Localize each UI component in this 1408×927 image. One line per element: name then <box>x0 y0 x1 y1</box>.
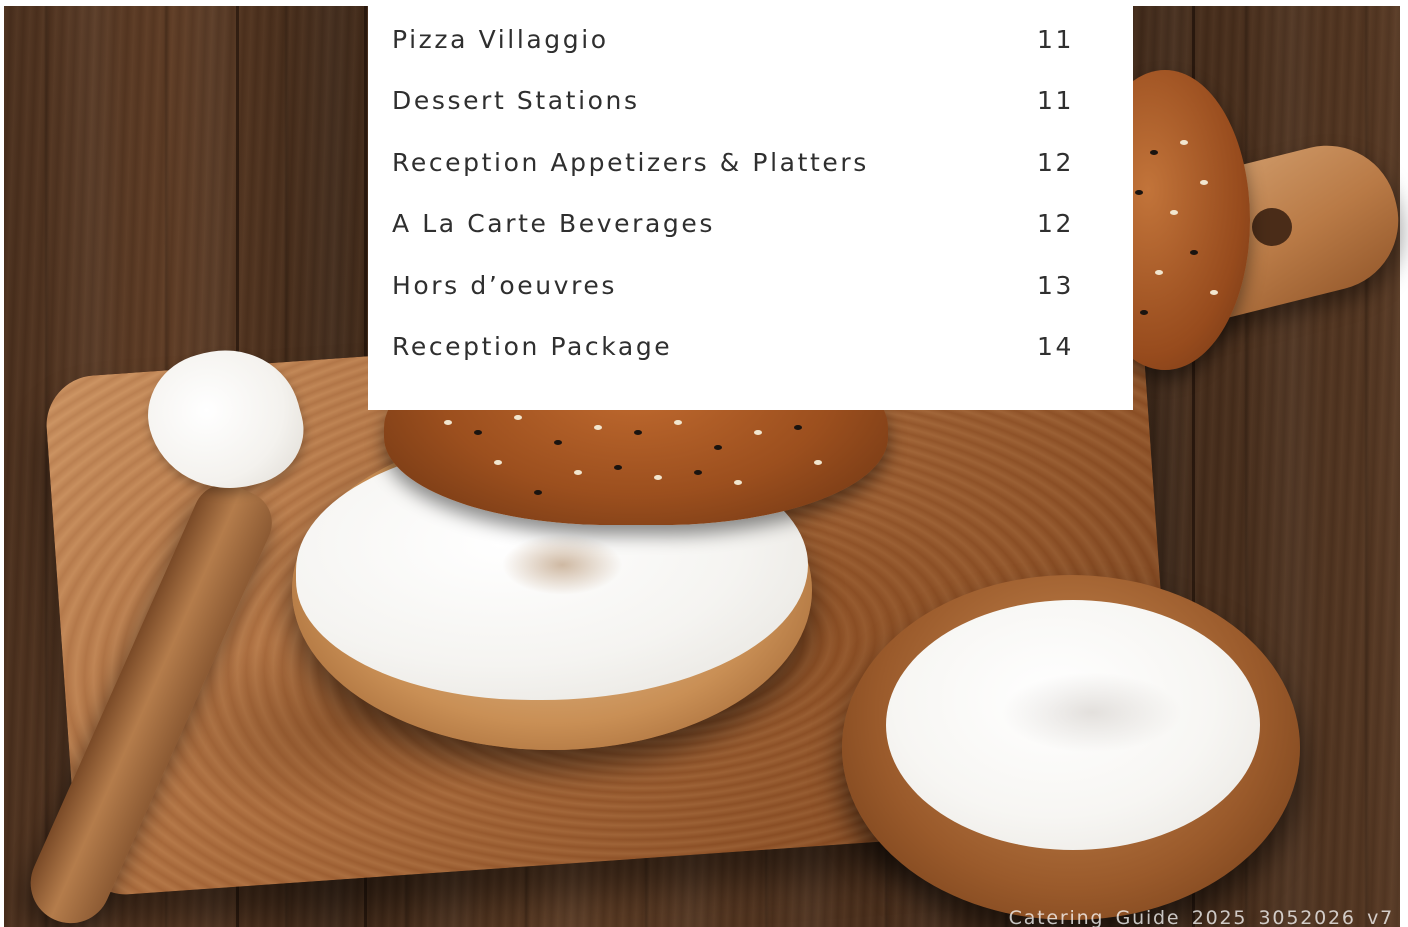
toc-entry-page: 12 <box>1036 148 1074 177</box>
toc-entry-title: Hors d’oeuvres <box>392 271 618 300</box>
toc-entry[interactable]: A La Carte Beverages 12 <box>392 204 1074 244</box>
cutting-board-hole <box>1252 208 1292 246</box>
toc-entry-title: Pizza Villaggio <box>392 25 609 54</box>
toc-entry[interactable]: Reception Appetizers & Platters 12 <box>392 143 1074 183</box>
toc-entry[interactable]: Dessert Stations 11 <box>392 81 1074 121</box>
document-code: Catering_Guide_2025_3052026_v7 <box>1008 907 1394 927</box>
toc-entry-title: Dessert Stations <box>392 86 640 115</box>
toc-entry-title: A La Carte Beverages <box>392 209 716 238</box>
toc-entry-page: 14 <box>1036 332 1074 361</box>
toc-entry-title: Reception Appetizers & Platters <box>392 148 869 177</box>
toc-entry-page: 12 <box>1036 209 1074 238</box>
bowl-cream-cheese <box>886 600 1260 850</box>
toc-entry-title: Reception Package <box>392 332 673 361</box>
toc-entry[interactable]: Hors d’oeuvres 13 <box>392 266 1074 306</box>
toc-entry-page: 11 <box>1036 25 1074 54</box>
catering-guide-page: Pizza Villaggio 11 Dessert Stations 11 R… <box>0 0 1408 927</box>
table-of-contents-panel: Pizza Villaggio 11 Dessert Stations 11 R… <box>368 0 1133 410</box>
toc-entry[interactable]: Reception Package 14 <box>392 327 1074 367</box>
toc-entry[interactable]: Pizza Villaggio 11 <box>392 20 1074 60</box>
toc-entry-page: 13 <box>1036 271 1074 300</box>
toc-entry-page: 11 <box>1036 86 1074 115</box>
